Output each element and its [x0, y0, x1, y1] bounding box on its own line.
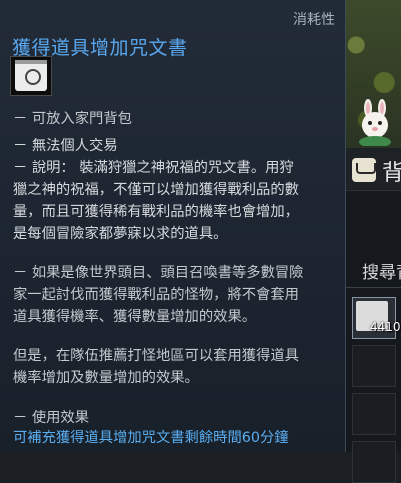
inventory-search-field[interactable]: 搜尋背	[362, 258, 401, 283]
item-quantity: 4410	[370, 320, 401, 334]
trade-note: － 無法個人交易	[13, 138, 118, 154]
boss-note-line: － 如果是像世界頭目、頭目召喚書等多數冒險	[13, 265, 304, 281]
use-effect-text: 可補充獲得道具增加咒文書剩餘時間60分鐘	[13, 430, 289, 446]
use-effect-label: － 使用效果	[13, 410, 90, 426]
item-tooltip: 消耗性 獲得道具增加咒文書 － 可放入家門背包 － 無法個人交易 － 說明： 裝…	[0, 0, 346, 452]
inventory-slot-empty[interactable]	[352, 441, 396, 483]
boss-note-line: 道具獲得機率、獲得數量增加的效果。	[13, 309, 257, 325]
storage-note: － 可放入家門背包	[13, 111, 132, 127]
pet-rabbit-icon	[359, 99, 391, 146]
party-note-line: 機率增加及數量增加的效果。	[13, 370, 199, 386]
description-line: － 說明： 裝滿狩獵之神祝福的咒文書。用狩	[13, 160, 294, 176]
scroll-icon	[15, 60, 47, 91]
item-category: 消耗性	[293, 12, 335, 28]
inventory-divider	[345, 287, 401, 288]
inventory-title: 背	[382, 161, 401, 186]
inventory-slot-empty[interactable]	[352, 393, 396, 435]
description-line: 獵之神的祝福，不僅可以增加獲得戰利品的數	[13, 182, 299, 198]
description-line: 是每個冒險家都夢寐以求的道具。	[13, 226, 228, 242]
party-note-line: 但是，在隊伍推薦打怪地區可以套用獲得道具	[13, 348, 299, 364]
description-line: 量，而且可獲得稀有戰利品的機率也會增加，	[13, 204, 299, 220]
boss-note-line: 家一起討伐而獲得戰利品的怪物，將不會套用	[13, 287, 299, 303]
bag-icon[interactable]	[352, 158, 376, 182]
inventory-slot-empty[interactable]	[352, 345, 396, 387]
